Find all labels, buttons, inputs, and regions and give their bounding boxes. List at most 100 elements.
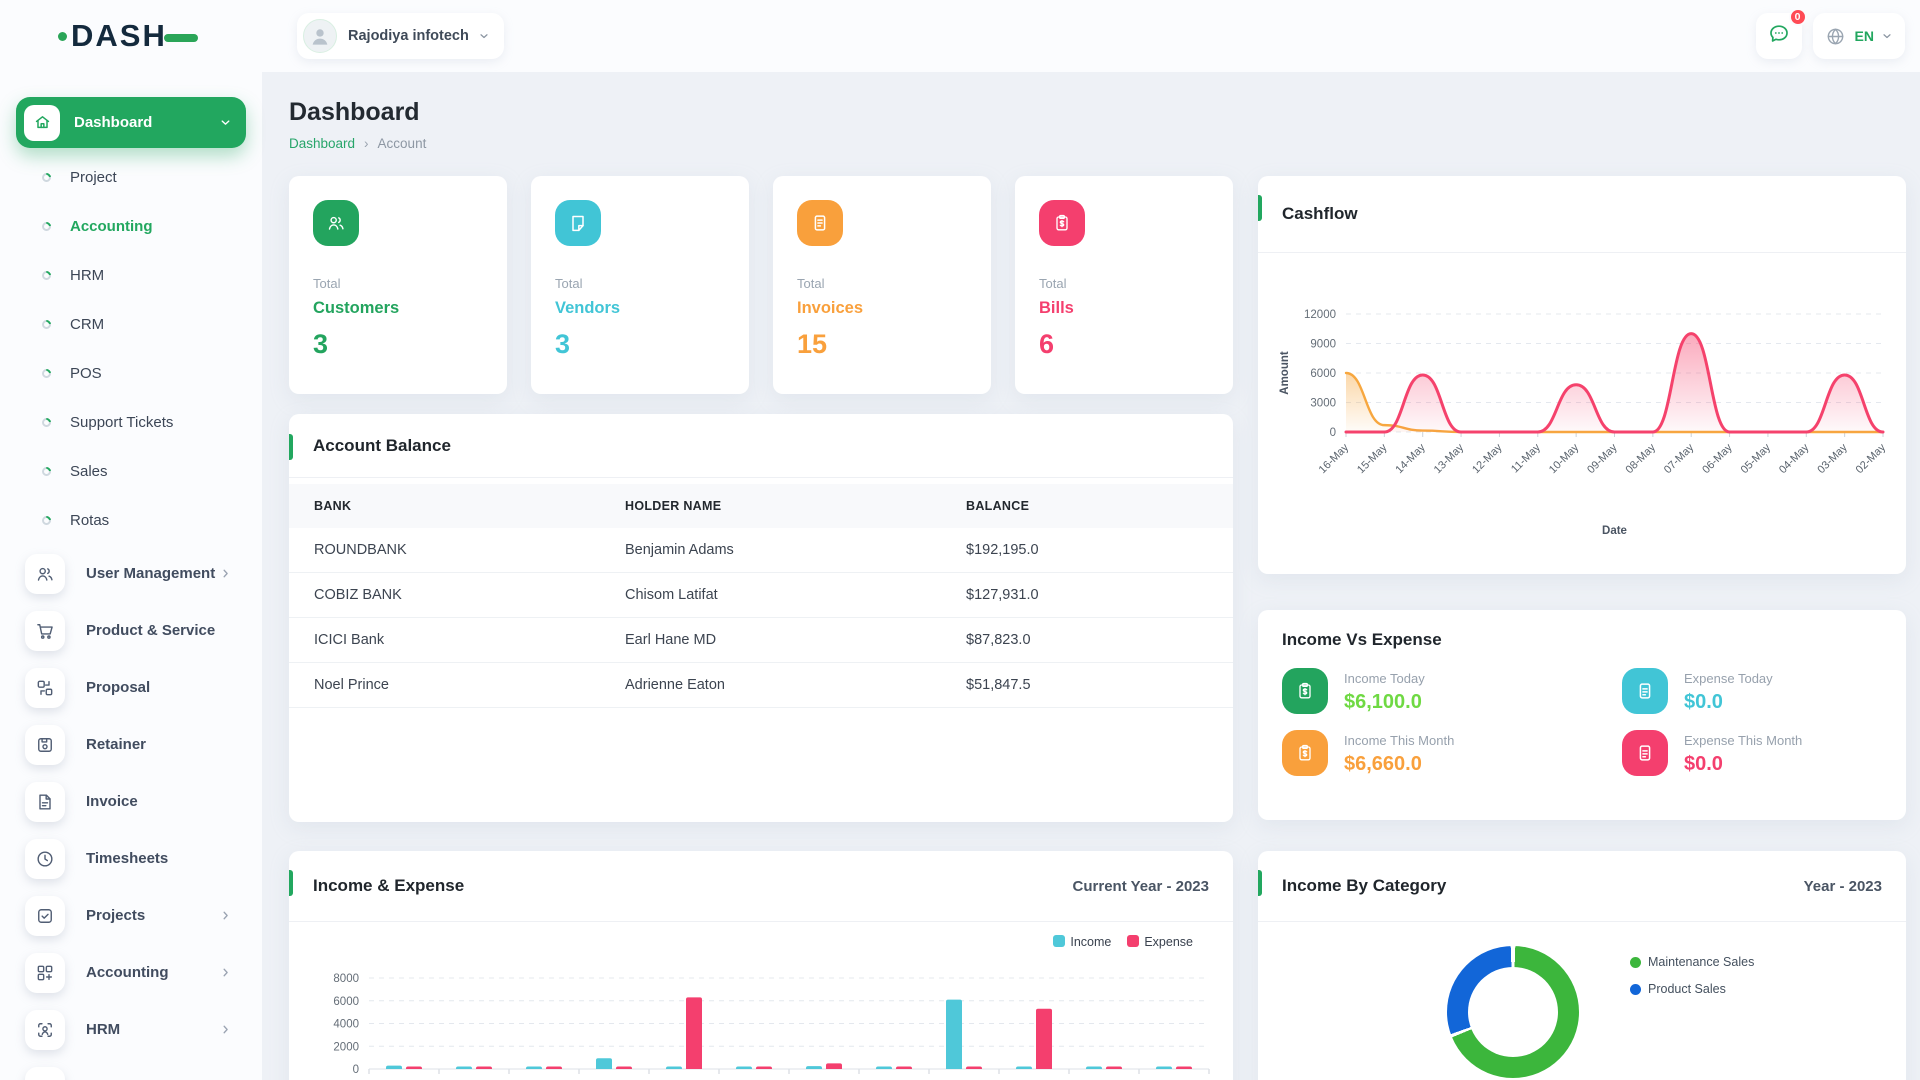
sidebar-subitem-support-tickets[interactable]: Support Tickets: [0, 398, 262, 447]
stat-total-label: Total: [555, 276, 725, 291]
green-accent-bar: [289, 434, 293, 460]
sidebar-menu: User Management Product & Service Propos…: [0, 545, 262, 1080]
stat-card-invoices: Total Invoices 15: [773, 176, 991, 394]
crm-icon: [25, 1067, 65, 1080]
column-header: BALANCE: [966, 499, 1233, 513]
bullet-icon: [40, 318, 53, 331]
sidebar-item-user-management[interactable]: User Management: [0, 545, 262, 602]
table-row: COBIZ BANKChisom Latifat$127,931.0: [289, 573, 1233, 618]
income-vs-expense-card: Income Vs Expense Income Today $6,100.0 …: [1258, 610, 1906, 820]
sidebar-item-dashboard[interactable]: Dashboard: [16, 97, 246, 148]
green-accent-bar: [1258, 195, 1262, 221]
breadcrumb-dashboard-link[interactable]: Dashboard: [289, 136, 355, 151]
svg-text:04-May: 04-May: [1777, 441, 1812, 476]
ive-label: Income This Month: [1344, 733, 1454, 748]
donut-legend: Maintenance SalesProduct Sales: [1630, 955, 1754, 1009]
svg-text:05-May: 05-May: [1739, 441, 1774, 476]
file-lines-icon: [1622, 668, 1668, 714]
sidebar-item-proposal[interactable]: Proposal: [0, 659, 262, 716]
workspace-name: Rajodiya infotech: [348, 28, 469, 44]
legend-item: Product Sales: [1630, 982, 1754, 996]
clipboard-dollar-icon: [1039, 200, 1085, 246]
stat-value: 3: [555, 329, 725, 360]
sidebar-item-product-service[interactable]: Product & Service: [0, 602, 262, 659]
column-header: HOLDER NAME: [625, 499, 966, 513]
svg-text:9000: 9000: [1310, 339, 1336, 351]
sidebar-subitem-project[interactable]: Project: [0, 153, 262, 202]
bullet-icon: [40, 171, 53, 184]
sidebar-item-hrm[interactable]: HRM: [0, 1001, 262, 1058]
bullet-icon: [40, 220, 53, 233]
note-icon: [555, 200, 601, 246]
stat-total-label: Total: [1039, 276, 1209, 291]
svg-text:02-May: 02-May: [1854, 441, 1889, 476]
breadcrumb-separator: ›: [364, 136, 369, 151]
stat-card-vendors: Total Vendors 3: [531, 176, 749, 394]
chevron-down-icon: [219, 116, 232, 129]
svg-text:6000: 6000: [1310, 368, 1336, 380]
proposal-icon: [25, 668, 65, 708]
income-by-category-title: Income By Category: [1282, 876, 1446, 896]
sidebar-subitem-accounting[interactable]: Accounting: [0, 202, 262, 251]
chevron-down-icon: [478, 30, 490, 42]
bullet-icon: [40, 367, 53, 380]
legend-item: Income: [1053, 935, 1111, 949]
cart-icon: [25, 611, 65, 651]
account-balance-title: Account Balance: [313, 436, 451, 456]
income-expense-chart: 80006000400020000: [289, 951, 1233, 1080]
sidebar-subitem-hrm[interactable]: HRM: [0, 251, 262, 300]
table-row: ICICI BankEarl Hane MD$87,823.0: [289, 618, 1233, 663]
home-icon: [24, 105, 60, 141]
language-selector[interactable]: EN: [1813, 13, 1905, 59]
sidebar-subitem-pos[interactable]: POS: [0, 349, 262, 398]
messages-button[interactable]: 0: [1756, 13, 1802, 59]
svg-text:12-May: 12-May: [1470, 441, 1505, 476]
income-by-category-card: Income By Category Year - 2023 Maintenan…: [1258, 851, 1906, 1080]
table-body: ROUNDBANKBenjamin Adams$192,195.0COBIZ B…: [289, 528, 1233, 708]
sidebar-item-accounting[interactable]: Accounting: [0, 944, 262, 1001]
sidebar-item-invoice[interactable]: Invoice: [0, 773, 262, 830]
svg-text:8000: 8000: [333, 973, 359, 985]
workspace-dropdown[interactable]: Rajodiya infotech: [297, 13, 504, 59]
svg-text:12000: 12000: [1304, 309, 1336, 321]
svg-text:6000: 6000: [333, 996, 359, 1008]
hrm-icon: [25, 1010, 65, 1050]
svg-text:10-May: 10-May: [1547, 441, 1582, 476]
ive-label: Income Today: [1344, 671, 1425, 686]
bullet-icon: [40, 465, 53, 478]
accounting-icon: [25, 953, 65, 993]
stat-value: 15: [797, 329, 967, 360]
stat-name: Vendors: [555, 299, 725, 318]
income-vs-expense-title: Income Vs Expense: [1282, 630, 1442, 649]
sidebar-item-retainer[interactable]: Retainer: [0, 716, 262, 773]
stat-card-customers: Total Customers 3: [289, 176, 507, 394]
sidebar-subitem-crm[interactable]: CRM: [0, 300, 262, 349]
svg-text:06-May: 06-May: [1700, 441, 1735, 476]
ive-value: $6,100.0: [1344, 691, 1425, 714]
sidebar-subitem-rotas[interactable]: Rotas: [0, 496, 262, 545]
sidebar-item-projects[interactable]: Projects: [0, 887, 262, 944]
svg-text:4000: 4000: [333, 1019, 359, 1031]
income-expense-year-label: Current Year - 2023: [1073, 878, 1209, 895]
invoice-icon: [25, 782, 65, 822]
cashflow-card: Cashflow 12000900060003000016-May15-May1…: [1258, 176, 1906, 574]
income-vs-expense-grid: Income Today $6,100.0 Expense Today $0.0…: [1258, 650, 1906, 792]
ive-item-income-today: Income Today $6,100.0: [1282, 668, 1622, 714]
svg-text:03-May: 03-May: [1815, 441, 1850, 476]
clipboard-dollar-icon: [1282, 730, 1328, 776]
stat-name: Bills: [1039, 299, 1209, 318]
bar-chart-legend: Income Expense: [1053, 935, 1193, 949]
ive-label: Expense Today: [1684, 671, 1773, 686]
svg-text:Date: Date: [1602, 525, 1627, 537]
svg-text:Amount: Amount: [1279, 351, 1291, 395]
app-logo[interactable]: DASH: [58, 18, 198, 54]
stat-total-label: Total: [313, 276, 483, 291]
income-expense-card: Income & Expense Current Year - 2023 Inc…: [289, 851, 1233, 1080]
table-row: Noel PrinceAdrienne Eaton$51,847.5: [289, 663, 1233, 708]
sidebar-item-crm[interactable]: CRM: [0, 1058, 262, 1080]
users-icon: [25, 554, 65, 594]
sidebar-subitem-sales[interactable]: Sales: [0, 447, 262, 496]
sidebar-nav: Dashboard ProjectAccountingHRMCRMPOSSupp…: [0, 97, 262, 1080]
sidebar-item-timesheets[interactable]: Timesheets: [0, 830, 262, 887]
legend-item: Expense: [1127, 935, 1193, 949]
